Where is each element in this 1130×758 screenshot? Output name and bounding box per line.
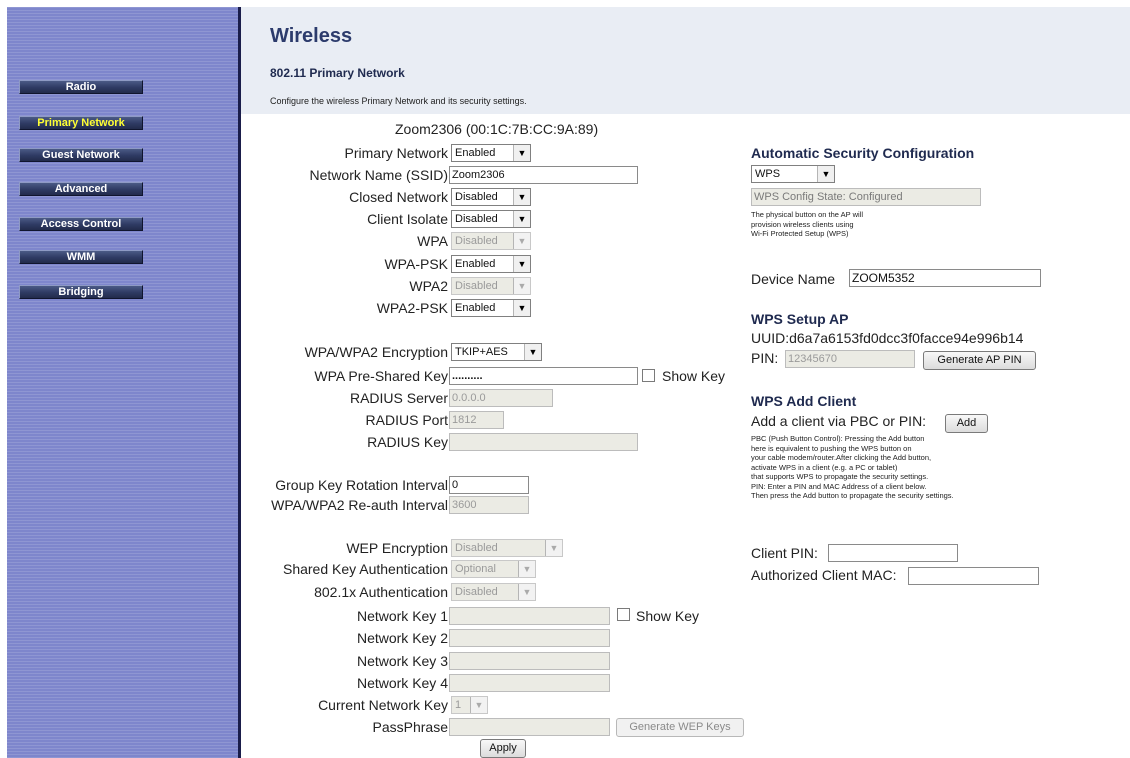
network-key-1-input[interactable] [449, 607, 610, 625]
psk-show-key-label: Show Key [662, 368, 726, 384]
wpa-psk-label: WPA-PSK [384, 256, 448, 272]
chevron-down-icon: ▼ [470, 697, 487, 713]
network-key-2-input[interactable] [449, 629, 610, 647]
chevron-down-icon: ▼ [513, 145, 530, 161]
client-isolate-label: Client Isolate [367, 211, 448, 227]
wpa-psk-select[interactable]: Enabled ▼ [451, 255, 531, 273]
ssid-label: Network Name (SSID) [309, 167, 448, 183]
sidebar-item-primary-network[interactable]: Primary Network [19, 116, 143, 130]
sidebar: Radio Primary Network Guest Network Adva… [7, 7, 238, 758]
current-key-label: Current Network Key [318, 697, 448, 713]
add-client-description: PBC (Push Button Control): Pressing the … [751, 434, 954, 500]
generate-wep-keys-button[interactable]: Generate WEP Keys [616, 718, 744, 737]
client-mac-input[interactable] [908, 567, 1039, 585]
reauth-input[interactable] [449, 496, 529, 514]
section-title: 802.11 Primary Network [270, 66, 405, 80]
radius-key-input[interactable] [449, 433, 638, 451]
chevron-down-icon: ▼ [513, 189, 530, 205]
wpa2-psk-label: WPA2-PSK [376, 300, 448, 316]
section-description: Configure the wireless Primary Network a… [270, 96, 527, 106]
add-client-button[interactable]: Add [945, 414, 988, 433]
wps-add-client-title: WPS Add Client [751, 393, 857, 409]
auto-config-title: Automatic Security Configuration [751, 145, 975, 161]
chevron-down-icon: ▼ [524, 344, 541, 360]
chevron-down-icon: ▼ [513, 278, 530, 294]
network-key-3-label: Network Key 3 [356, 653, 448, 669]
sidebar-item-guest-network[interactable]: Guest Network [19, 148, 143, 162]
closed-network-label: Closed Network [349, 189, 448, 205]
device-name-label: Device Name [751, 271, 836, 287]
wps-method-select[interactable]: WPS ▼ [751, 165, 835, 183]
wpa2-select: Disabled ▼ [451, 277, 531, 295]
chevron-down-icon: ▼ [518, 561, 535, 577]
wpa-select: Disabled ▼ [451, 232, 531, 250]
wep-encryption-label: WEP Encryption [346, 540, 448, 556]
wpa-label: WPA [417, 233, 448, 249]
network-key-4-input[interactable] [449, 674, 610, 692]
wep-show-key-label: Show Key [636, 608, 700, 624]
psk-input[interactable] [449, 367, 638, 385]
sidebar-item-bridging[interactable]: Bridging [19, 285, 143, 299]
wep-encryption-select: Disabled ▼ [451, 539, 563, 557]
wps-uuid: UUID:d6a7a6153fd0dcc3f0facce94e996b14 [751, 330, 1024, 346]
wps-pin-label: PIN: [751, 350, 779, 366]
network-key-4-label: Network Key 4 [356, 675, 448, 691]
shared-key-auth-select: Optional ▼ [451, 560, 536, 578]
shared-key-auth-label: Shared Key Authentication [282, 561, 448, 577]
dot1x-auth-select: Disabled ▼ [451, 583, 536, 601]
chevron-down-icon: ▼ [513, 211, 530, 227]
chevron-down-icon: ▼ [518, 584, 535, 600]
encryption-select[interactable]: TKIP+AES ▼ [451, 343, 542, 361]
network-key-1-label: Network Key 1 [356, 608, 448, 624]
apply-button[interactable]: Apply [480, 739, 526, 758]
wpa2-psk-select[interactable]: Enabled ▼ [451, 299, 531, 317]
sidebar-item-radio[interactable]: Radio [19, 80, 143, 94]
sidebar-item-advanced[interactable]: Advanced [19, 182, 143, 196]
chevron-down-icon: ▼ [513, 233, 530, 249]
client-mac-label: Authorized Client MAC: [751, 567, 897, 583]
primary-network-select[interactable]: Enabled ▼ [451, 144, 531, 162]
psk-show-key-checkbox[interactable] [642, 369, 655, 382]
group-key-input[interactable] [449, 476, 529, 494]
wps-setup-ap-title: WPS Setup AP [751, 311, 849, 327]
generate-ap-pin-button[interactable]: Generate AP PIN [923, 351, 1036, 370]
client-pin-label: Client PIN: [751, 545, 818, 561]
sidebar-item-access-control[interactable]: Access Control [19, 217, 143, 231]
wpa2-label: WPA2 [409, 278, 448, 294]
current-key-select: 1 ▼ [451, 696, 488, 714]
passphrase-label: PassPhrase [372, 719, 448, 735]
primary-network-label: Primary Network [344, 145, 448, 161]
add-client-text: Add a client via PBC or PIN: [751, 413, 927, 429]
radius-server-input[interactable] [449, 389, 553, 407]
sidebar-item-wmm[interactable]: WMM [19, 250, 143, 264]
reauth-label: WPA/WPA2 Re-auth Interval [271, 497, 448, 513]
client-isolate-select[interactable]: Disabled ▼ [451, 210, 531, 228]
group-key-label: Group Key Rotation Interval [275, 477, 448, 493]
network-key-3-input[interactable] [449, 652, 610, 670]
wps-auto-description: The physical button on the AP will provi… [751, 210, 864, 238]
wep-show-key-checkbox[interactable] [617, 608, 630, 621]
page-title: Wireless [270, 25, 353, 47]
closed-network-select[interactable]: Disabled ▼ [451, 188, 531, 206]
wps-pin-input [785, 350, 915, 368]
radius-key-label: RADIUS Key [367, 434, 448, 450]
radius-port-input[interactable] [449, 411, 504, 429]
psk-label: WPA Pre-Shared Key [314, 368, 448, 384]
chevron-down-icon: ▼ [513, 300, 530, 316]
encryption-label: WPA/WPA2 Encryption [304, 344, 448, 360]
chevron-down-icon: ▼ [513, 256, 530, 272]
dot1x-auth-label: 802.1x Authentication [314, 584, 448, 600]
ssid-input[interactable] [449, 166, 638, 184]
device-name-input[interactable] [849, 269, 1041, 287]
passphrase-input[interactable] [449, 718, 610, 736]
chevron-down-icon: ▼ [545, 540, 562, 556]
client-pin-input[interactable] [828, 544, 958, 562]
network-info: Zoom2306 (00:1C:7B:CC:9A:89) [395, 121, 599, 137]
wps-config-state [751, 188, 981, 206]
radius-server-label: RADIUS Server [349, 390, 448, 406]
network-key-2-label: Network Key 2 [356, 630, 448, 646]
radius-port-label: RADIUS Port [365, 412, 448, 428]
chevron-down-icon: ▼ [817, 166, 834, 182]
